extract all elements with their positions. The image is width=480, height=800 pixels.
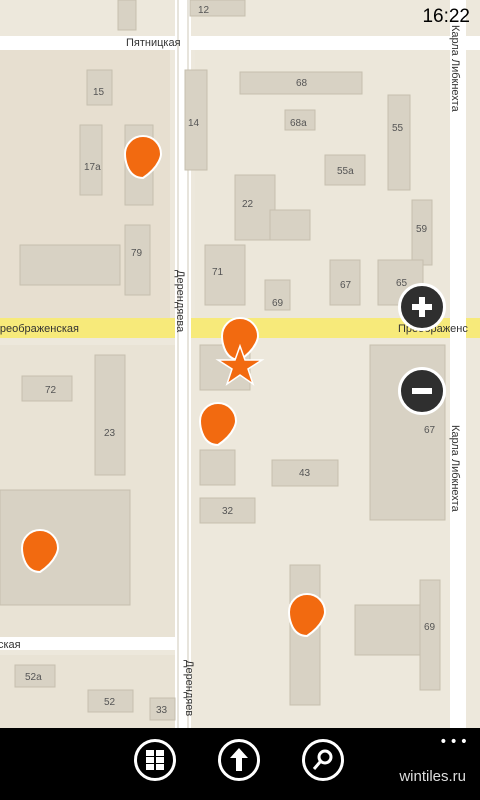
building-number: 33 [156,705,168,716]
building-22b [269,209,311,241]
street-label-preobrazhenskaya: Преображенская [0,323,79,335]
watermark: wintiles.ru [399,768,466,785]
building-number: 69 [272,298,284,309]
building-number: 72 [45,385,57,396]
building-number: 23 [104,428,116,439]
street-label-karla-libknekhta: Карла Либкнехта [449,425,461,513]
building-number: 43 [299,468,311,479]
street-label-karla-libknekhta-top: Карла Либкнехта [449,25,461,113]
building-pin-2 [199,449,236,486]
building-69-wing [419,579,441,691]
building-number: 52 [104,697,116,708]
building-number: 22 [242,199,254,210]
building-number: 71 [212,267,224,278]
road-pyatnitskaya [0,36,480,50]
building-number: 32 [222,506,234,517]
building-number: 55 [392,123,404,134]
zoom-in-button[interactable] [398,283,446,331]
building-number: 69 [424,622,436,633]
building-number: 67 [424,425,436,436]
more-menu-button[interactable]: ••• [439,734,470,750]
building-71 [204,244,246,306]
building-number: 15 [93,87,105,98]
street-label-derendyaeva-bottom: Дерендяев [183,660,195,716]
road-bottom [0,637,185,650]
street-label-bottom: ская [0,639,21,651]
app-bar: ••• wintiles.ru [0,728,480,800]
minus-icon [412,388,432,394]
grid-button[interactable] [134,739,176,781]
building-number: 14 [188,118,200,129]
building-79 [124,224,151,296]
grid-icon [146,750,164,770]
directions-button[interactable] [218,739,260,781]
building-12-left [117,0,137,31]
building-number: 68 [296,78,308,89]
map-canvas[interactable]: 12 15 17а 68 68а 14 55 55а 22 59 79 71 6… [0,0,480,728]
building-number: 55а [337,166,354,177]
building-number: 59 [416,224,428,235]
building-23 [94,354,126,476]
building-number: 79 [131,248,143,259]
search-icon [312,749,333,770]
direction-arrow-icon [230,748,248,771]
search-button[interactable] [302,739,344,781]
building-number: 67 [340,280,352,291]
building-number: 17а [84,162,101,173]
plus-icon [412,297,432,317]
street-label-derendyaeva: Дерендяева [174,270,186,333]
status-time: 16:22 [422,6,470,27]
building-22 [234,174,276,241]
building-large-left [0,489,131,606]
building-55 [387,94,411,191]
building-row-left [19,244,121,286]
building-number: 52а [25,672,42,683]
building-17a [79,124,103,196]
zoom-out-button[interactable] [398,367,446,415]
building-number: 12 [198,5,210,16]
building-number: 68а [290,118,307,129]
map-view[interactable]: 12 15 17а 68 68а 14 55 55а 22 59 79 71 6… [0,0,480,728]
street-label-pyatnitskaya: Пятницкая [126,37,181,49]
